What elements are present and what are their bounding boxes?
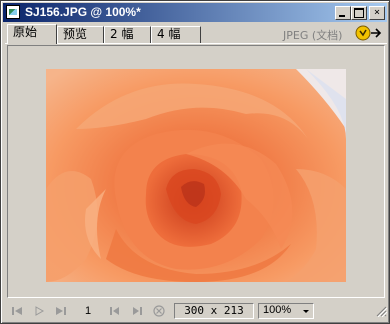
tab-divider [5,43,387,44]
rose-photo [46,69,346,282]
tab-preview[interactable]: 预览 [57,26,104,43]
frame-number: 1 [85,305,92,317]
minimize-button[interactable] [335,6,351,20]
next-frame-icon[interactable] [129,304,145,318]
tab-original[interactable]: 原始 [7,24,57,44]
resize-grip-icon[interactable] [375,305,387,317]
stop-icon[interactable] [151,304,167,318]
window-title: SJ156.JPG @ 100%* [25,5,141,19]
play-icon[interactable] [31,304,47,318]
maximize-button[interactable] [351,6,367,20]
tab-4-up[interactable]: 4 幅 [151,26,201,43]
first-frame-icon[interactable] [9,304,25,318]
bottom-toolbar: 1 300 x 213 100% [5,301,387,321]
image-dimensions: 300 x 213 [174,303,254,319]
previous-frame-icon[interactable] [107,304,123,318]
jump-to-imageready-icon[interactable] [355,25,385,41]
last-frame-icon[interactable] [53,304,69,318]
view-tabs: 原始 预览 2 幅 4 幅 JPEG (文档) [5,24,387,44]
title-bar[interactable]: SJ156.JPG @ 100%* × [3,3,387,22]
close-button[interactable]: × [369,6,385,20]
image-file-icon[interactable] [6,5,20,19]
chevron-down-icon[interactable] [303,310,309,313]
tab-2-up[interactable]: 2 幅 [104,26,151,43]
document-window: SJ156.JPG @ 100%* × 原始 预览 2 幅 4 幅 JPEG (… [0,0,390,324]
zoom-value: 100% [263,304,292,316]
zoom-select[interactable]: 100% [258,303,314,319]
format-label: JPEG (文档) [283,29,343,42]
image-preview-panel [7,45,385,298]
